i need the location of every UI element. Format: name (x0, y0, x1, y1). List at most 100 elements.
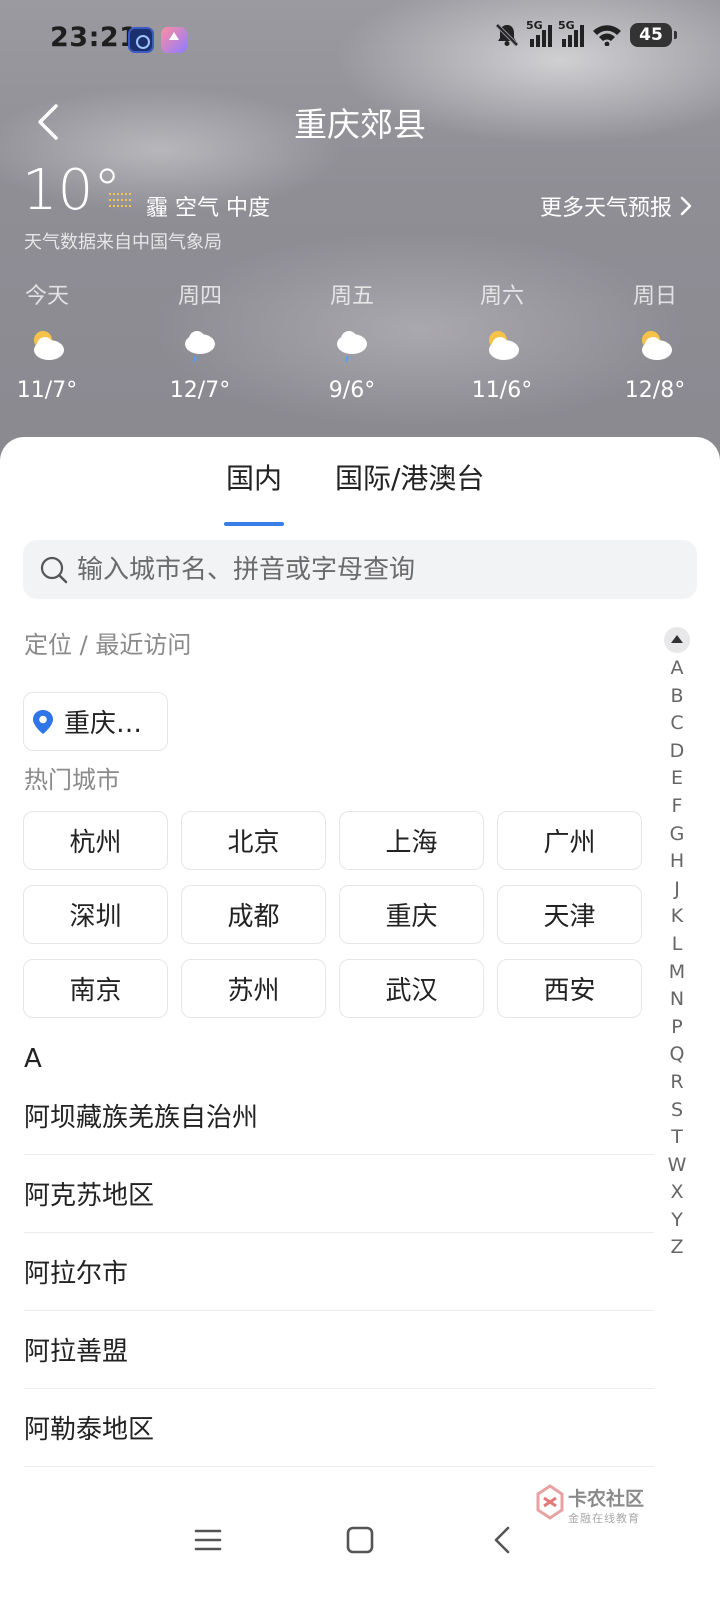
hot-city-button[interactable]: 北京 (181, 811, 326, 870)
forecast-day-name: 周四 (177, 284, 222, 309)
forecast-day-name: 周五 (329, 284, 374, 309)
index-letter[interactable]: H (664, 848, 690, 876)
forecast-day-name: 周日 (632, 284, 677, 309)
forecast-range: 11/7° (16, 378, 78, 403)
city-list-item[interactable]: 阿克苏地区 (24, 1155, 654, 1233)
watermark-title: 卡农社区 (568, 1488, 645, 1510)
forecast-range: 9/6° (328, 378, 376, 403)
status-bar: 23:21 5G 5G 45 (0, 0, 720, 80)
index-letter[interactable]: X (664, 1179, 690, 1207)
index-letter[interactable]: R (664, 1069, 690, 1097)
chevron-right-icon (680, 196, 692, 216)
tab-domestic[interactable]: 国内 (226, 457, 282, 497)
rain-cloud-icon (185, 331, 215, 363)
scroll-top-icon[interactable] (664, 627, 690, 653)
index-letter[interactable]: W (664, 1152, 690, 1180)
index-letter[interactable]: Z (664, 1234, 690, 1262)
signal-icon: 5G (558, 19, 584, 47)
alphabet-index[interactable]: A B C D E F G H J K L M N P Q R S T W X … (664, 627, 690, 1262)
index-letter[interactable]: Q (664, 1041, 690, 1069)
index-letter[interactable]: F (664, 793, 690, 821)
cloudy-icon (34, 331, 64, 360)
index-letter[interactable]: D (664, 738, 690, 766)
status-indicators: 5G 5G 45 (494, 19, 677, 48)
hot-city-button[interactable]: 重庆 (339, 885, 484, 944)
index-letter[interactable]: P (664, 1014, 690, 1042)
watermark-logo: 卡农社区 金融在线教育 (534, 1482, 674, 1532)
data-source-text: 天气数据来自中国气象局 (24, 232, 222, 253)
menu-icon[interactable] (188, 1520, 228, 1560)
more-forecast-label: 更多天气预报 (539, 196, 672, 221)
upload-app-icon (161, 27, 187, 53)
hot-city-button[interactable]: 天津 (497, 885, 642, 944)
active-tab-indicator (224, 522, 284, 526)
index-letter[interactable]: J (664, 876, 690, 904)
hot-city-button[interactable]: 杭州 (23, 811, 168, 870)
back-icon[interactable] (482, 1520, 522, 1560)
hot-city-button[interactable]: 成都 (181, 885, 326, 944)
hot-city-button[interactable]: 深圳 (23, 885, 168, 944)
battery-icon: 45 (630, 23, 677, 47)
index-letter[interactable]: T (664, 1124, 690, 1152)
hot-city-button[interactable]: 南京 (23, 959, 168, 1018)
recent-section-label: 定位 / 最近访问 (24, 631, 192, 659)
air-quality-text: 霾 空气 中度 (146, 196, 270, 221)
cloudy-icon (489, 331, 519, 360)
rain-cloud-icon (337, 331, 367, 363)
forecast-day: 周四 12/7° (150, 278, 250, 403)
city-list-item[interactable]: 阿勒泰地区 (24, 1389, 654, 1467)
index-letter[interactable]: C (664, 710, 690, 738)
bell-muted-icon (495, 23, 519, 47)
letter-group-header: A (24, 1044, 42, 1074)
location-pin-icon (33, 709, 53, 734)
index-letter[interactable]: M (664, 959, 690, 987)
index-letter[interactable]: E (664, 765, 690, 793)
current-temperature: 10° (22, 158, 122, 223)
hot-city-button[interactable]: 苏州 (181, 959, 326, 1018)
hot-city-button[interactable]: 西安 (497, 959, 642, 1018)
home-icon[interactable] (340, 1520, 380, 1560)
forecast-day: 周六 11/6° (452, 278, 552, 403)
location-city-chip[interactable]: 重庆… (23, 692, 168, 751)
index-letter[interactable]: N (664, 986, 690, 1014)
city-list-item[interactable]: 阿拉善盟 (24, 1311, 654, 1389)
index-letter[interactable]: K (664, 903, 690, 931)
hot-cities-label: 热门城市 (24, 766, 120, 794)
signal-icon: 5G (526, 19, 552, 47)
forecast-day: 周五 9/6° (302, 278, 402, 403)
index-letter[interactable]: Y (664, 1207, 690, 1235)
search-icon (40, 556, 68, 583)
forecast-day-name: 今天 (24, 284, 69, 309)
forecast-range: 12/8° (624, 378, 686, 403)
hot-city-button[interactable]: 上海 (339, 811, 484, 870)
index-letter[interactable]: A (664, 655, 690, 683)
city-list-item[interactable]: 阿坝藏族羌族自治州 (24, 1077, 654, 1155)
search-input[interactable] (69, 540, 697, 599)
app-notification-icon (128, 27, 154, 53)
watermark-icon (536, 1484, 564, 1520)
hot-city-button[interactable]: 武汉 (339, 959, 484, 1018)
watermark-subtitle: 金融在线教育 (568, 1512, 640, 1525)
forecast-day-name: 周六 (479, 284, 524, 309)
index-letter[interactable]: B (664, 683, 690, 711)
page-title: 重庆郊县 (294, 105, 426, 144)
forecast-day: 今天 11/7° (0, 278, 97, 403)
city-list-item[interactable]: 阿拉尔市 (24, 1233, 654, 1311)
forecast-strip: 今天 11/7° 周四 12/7° 周五 9/6° 周六 11/6° 周日 12… (0, 278, 720, 408)
location-city-label: 重庆… (64, 709, 143, 739)
tab-international[interactable]: 国际/港澳台 (335, 457, 484, 497)
forecast-range: 12/7° (169, 378, 231, 403)
cloudy-icon (642, 331, 672, 360)
city-picker-sheet: 国内 国际/港澳台 定位 / 最近访问 重庆… 热门城市 杭州 北京 上海 广州… (0, 437, 720, 1600)
forecast-day: 周日 12/8° (605, 278, 705, 403)
index-letter[interactable]: G (664, 821, 690, 849)
haze-icon (109, 193, 131, 207)
search-box[interactable] (23, 540, 697, 599)
status-time: 23:21 (50, 22, 139, 53)
index-letter[interactable]: S (664, 1097, 690, 1125)
hot-city-button[interactable]: 广州 (497, 811, 642, 870)
forecast-range: 11/6° (471, 378, 533, 403)
more-forecast-link[interactable]: 更多天气预报 (540, 190, 692, 222)
index-letter[interactable]: L (664, 931, 690, 959)
wifi-icon (593, 25, 621, 46)
